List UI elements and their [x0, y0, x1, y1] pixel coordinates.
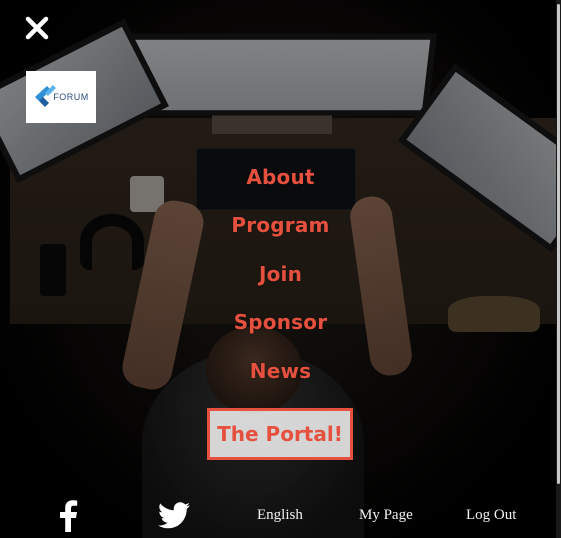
my-page-link[interactable]: My Page — [359, 507, 413, 524]
logout-link[interactable]: Log Out — [466, 507, 516, 524]
scrollbar[interactable] — [556, 0, 561, 538]
portal-button[interactable]: The Portal! — [207, 408, 353, 460]
scrollbar-thumb[interactable] — [557, 4, 560, 484]
logo-text: FORUM — [53, 92, 89, 102]
site-logo[interactable]: FORUM — [26, 71, 96, 123]
menu-item-news[interactable]: News — [0, 359, 561, 383]
menu-item-sponsor[interactable]: Sponsor — [0, 310, 561, 334]
twitter-link[interactable] — [158, 502, 190, 529]
language-link[interactable]: English — [257, 507, 303, 524]
menu-item-program[interactable]: Program — [0, 213, 561, 237]
menu-item-join[interactable]: Join — [0, 262, 561, 286]
close-icon — [25, 16, 49, 40]
menu-item-about[interactable]: About — [0, 165, 561, 189]
facebook-link[interactable] — [57, 500, 79, 532]
twitter-icon — [158, 502, 190, 529]
facebook-icon — [60, 500, 78, 532]
close-button[interactable] — [23, 14, 51, 42]
